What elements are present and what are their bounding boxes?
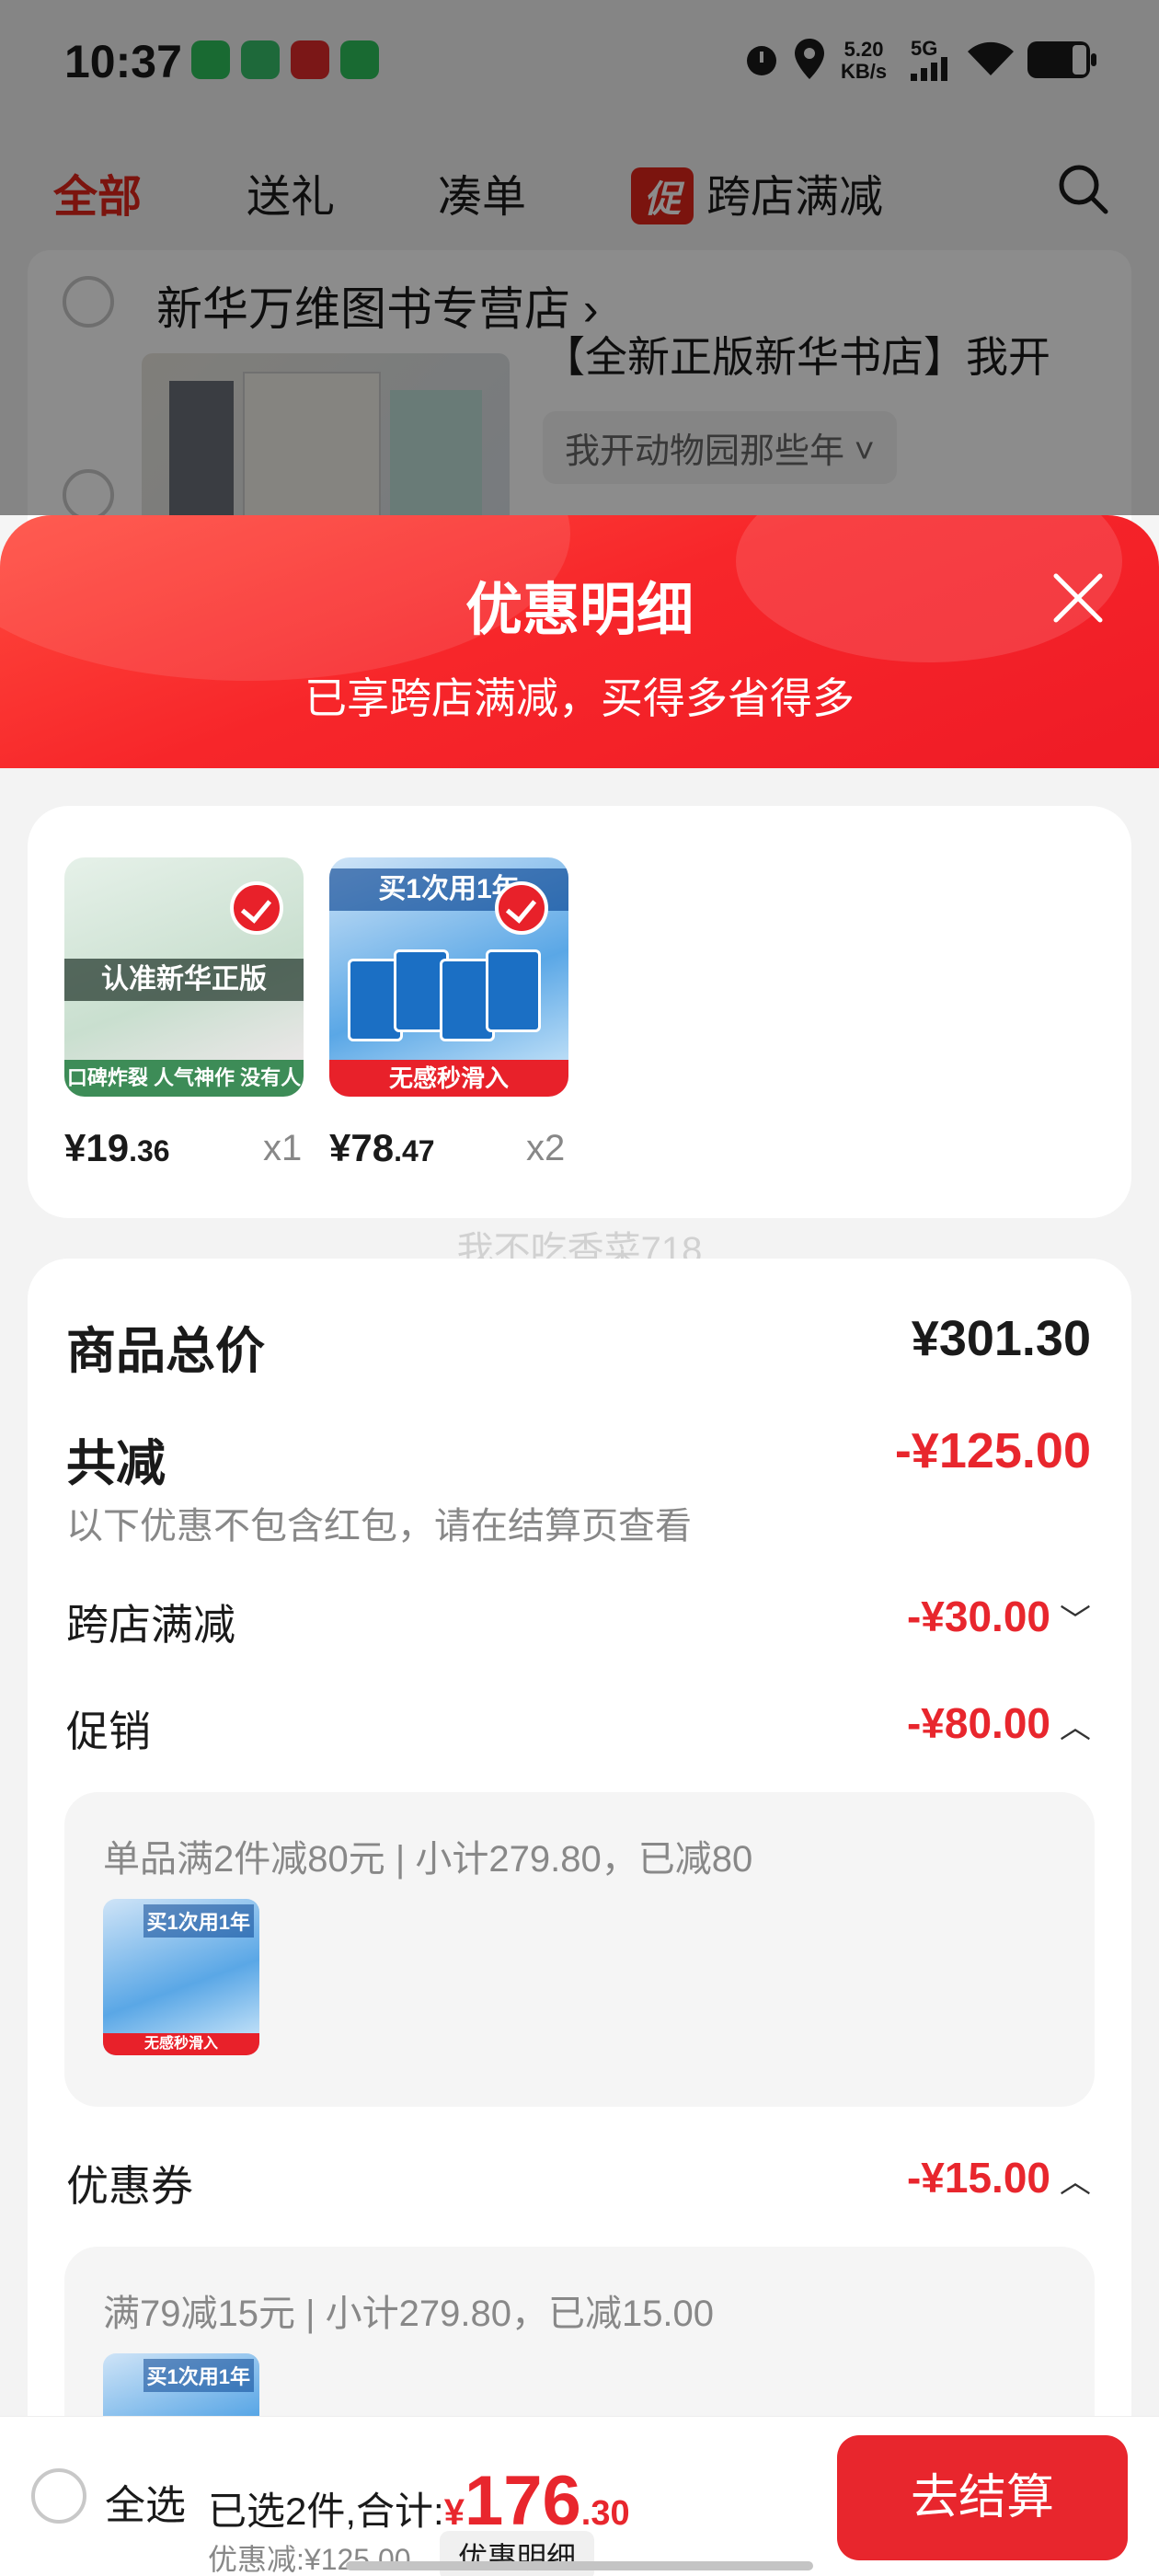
chevron-up-icon: ︿ [1060,1710,1091,1745]
total-amount-int: 176 [464,2462,581,2540]
product-qty: x1 [263,1128,303,1168]
product-thumbnail[interactable]: 买1次用1年 无感秒滑入 [103,1899,259,2055]
product-tag: 买1次用1年 [143,1904,254,1938]
background-page: 10:37 5.20 KB/s 5G 全部 送礼 凑单 促跨店满减 新华万维图书… [0,0,1159,618]
product-price-int: ¥19 [64,1126,130,1169]
chevron-down-icon: ﹀ [1060,1604,1091,1639]
coupon-amount: -¥15.00 [906,2154,1050,2202]
product-price-dec: .47 [394,1134,435,1167]
price-breakdown-card: 商品总价 ¥301.30 共减 -¥125.00 以下优惠不包含红包，请在结算页… [28,1259,1131,2576]
check-icon [495,881,548,935]
cross-store-amount: -¥30.00 [906,1593,1050,1640]
total-reduce-value: -¥125.00 [894,1423,1091,1478]
product-banner: 口碑炸裂 人气神作 没有人能平静地合上这本书 [64,1060,304,1097]
sheet-subtitle: 已享跨店满减，买得多省得多 [304,674,855,722]
checkout-button[interactable]: 去结算 [837,2435,1128,2560]
product-price: ¥19.36 [64,1126,170,1170]
cross-store-label: 跨店满减 [66,1601,235,1649]
select-all-radio[interactable] [31,2468,86,2524]
product-qty: x2 [526,1128,566,1168]
total-reduce-label: 共减 [66,1436,166,1491]
product-tag: 买1次用1年 [143,2359,254,2392]
total-price-label: 商品总价 [66,1324,265,1379]
coupon-value[interactable]: -¥15.00 ︿ [907,2153,1091,2202]
select-all-label[interactable]: 全选 [105,2472,186,2531]
product-price-dec: .36 [129,1134,170,1167]
product-thumbnail[interactable]: 买1次用1年 无感秒滑入 [329,857,568,1097]
product-banner: 无感秒滑入 [329,1060,568,1097]
chevron-up-icon: ︿ [1060,2165,1091,2200]
summary-prefix: 已选2件,合计: [208,2490,444,2533]
selected-products-card: 认准新华正版 口碑炸裂 人气神作 没有人能平静地合上这本书 ¥19.36 x1 … [28,806,1131,1218]
product-thumbnail[interactable]: 认准新华正版 口碑炸裂 人气神作 没有人能平静地合上这本书 [64,857,304,1097]
total-amount-dec: .30 [580,2494,630,2533]
promotion-value[interactable]: -¥80.00 ︿ [907,1698,1091,1748]
promotion-detail-text: 单品满2件减80元 | 小计279.80，已减80 [103,1839,753,1880]
coupon-detail-text: 满79减15元 | 小计279.80，已减15.00 [103,2294,715,2334]
product-price: ¥78.47 [329,1126,435,1170]
modal-overlay[interactable] [0,0,1159,515]
promotion-label: 促销 [66,1708,151,1755]
coupon-label: 优惠券 [66,2162,193,2210]
discount-detail-sheet: 优惠明细 已享跨店满减，买得多省得多 认准新华正版 口碑炸裂 人气神作 没有人能… [0,515,1159,2576]
product-banner: 无感秒滑入 [103,2033,259,2055]
selection-summary: 已选2件,合计:¥176.30 [208,2461,630,2541]
reduce-note: 以下优惠不包含红包，请在结算页查看 [66,1506,692,1547]
sheet-header: 优惠明细 已享跨店满减，买得多省得多 [0,515,1159,768]
promotion-detail-box: 单品满2件减80元 | 小计279.80，已减80 买1次用1年 无感秒滑入 [64,1792,1095,2107]
checkout-bar: 全选 已选2件,合计:¥176.30 优惠减:¥125.00 优惠明细 去结算 [0,2416,1159,2576]
sheet-title: 优惠明细 [465,579,694,642]
total-price-value: ¥301.30 [911,1311,1091,1366]
close-icon[interactable] [1049,569,1107,627]
home-indicator[interactable] [346,2561,813,2570]
product-price-int: ¥78 [329,1126,395,1169]
product-tag: 认准新华正版 [64,959,304,1001]
check-icon [230,881,283,935]
cross-store-value[interactable]: -¥30.00 ﹀ [907,1592,1091,1641]
total-currency: ¥ [443,2492,465,2533]
promotion-amount: -¥80.00 [906,1699,1050,1747]
